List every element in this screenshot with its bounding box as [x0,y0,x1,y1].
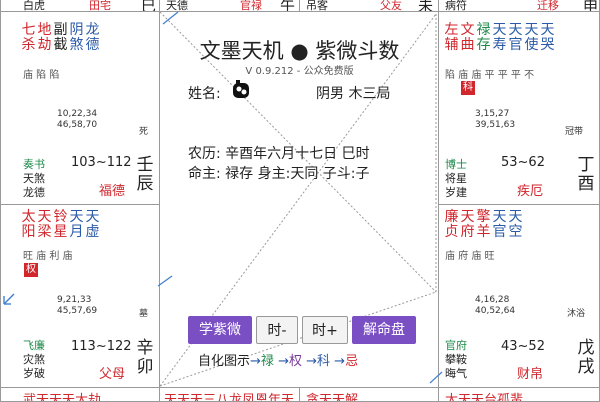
legend-arrow-icon: → [273,354,289,369]
legend-ke: 科 [317,354,331,369]
lunar-date: 农历: 辛酉年六月十七日 巳时 [188,146,370,162]
legend-quan: 权 [288,354,302,369]
legend-label: 自化图示 [198,354,251,369]
ming-shen: 命主: 禄存 身主:天同 子斗:子 [188,166,370,182]
legend-arrow-icon: → [301,354,318,369]
name-label: 姓名: [188,86,221,102]
avatar [230,79,252,101]
legend-ji: 忌 [345,354,359,369]
version-label: V 0.9.212 - 公众免费版 [245,66,354,77]
app-title: 文墨天机 ● 紫微斗数 [199,39,400,63]
hour-next-button[interactable]: 时+ [302,316,348,344]
self-transform-legend: 自化图示→禄 →权 →科 →忌 [198,350,358,369]
gender-ju: 阴男 木三局 [316,86,391,102]
interpret-chart-button[interactable]: 解命盘 [352,316,416,344]
legend-lu: 禄 [260,354,274,369]
hour-prev-button[interactable]: 时- [256,316,298,344]
arrow-left-edge [3,293,15,305]
legend-arrow-icon: → [330,354,346,369]
center-panel: 文墨天机 ● 紫微斗数 V 0.9.212 - 公众免费版 姓名: 阴男 木三局… [160,10,439,388]
ziwei-chart: 白虎 田宅 巳 天德 官禄 午 吊客 父友 未 病符 迁移 申 七杀 地劫 副截… [0,0,600,402]
learn-ziwei-button[interactable]: 学紫微 [188,316,252,344]
legend-arrow-icon: → [250,354,261,369]
